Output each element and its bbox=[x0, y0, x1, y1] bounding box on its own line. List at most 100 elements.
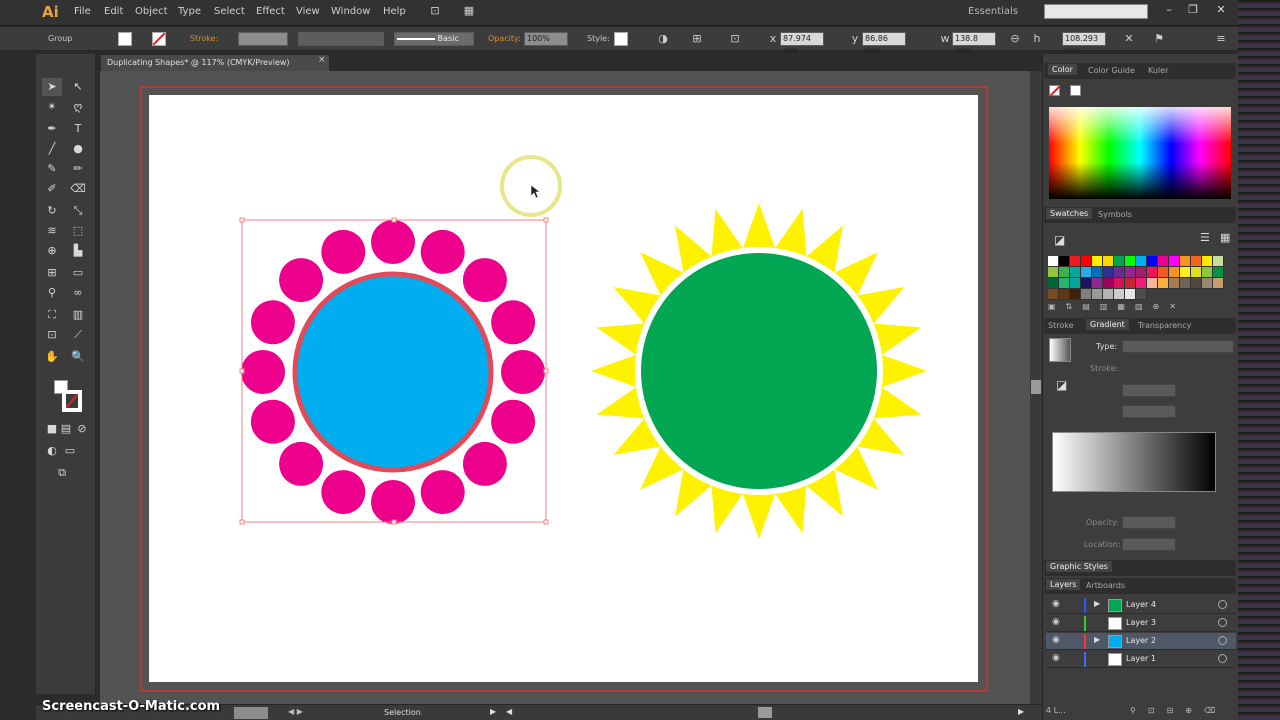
free-transform-tool-icon[interactable]: ⬚ bbox=[68, 222, 88, 240]
live-paint-tool-icon[interactable]: ▙ bbox=[68, 242, 88, 260]
swatch[interactable] bbox=[1147, 256, 1158, 267]
blend-tool-icon[interactable]: ∞ bbox=[68, 284, 88, 302]
menu-window[interactable]: Window bbox=[331, 6, 370, 17]
column-graph-tool-icon[interactable]: ▥ bbox=[68, 306, 88, 324]
swatch[interactable] bbox=[1092, 278, 1103, 289]
tab-color-guide[interactable]: Color Guide bbox=[1088, 66, 1135, 75]
shape-builder-tool-icon[interactable]: ⊕ bbox=[42, 242, 62, 260]
layer-name[interactable]: Layer 1 bbox=[1126, 654, 1156, 663]
swatch[interactable] bbox=[1114, 267, 1125, 278]
more-options-icon[interactable]: ⚑ bbox=[1152, 32, 1166, 46]
swatch[interactable] bbox=[1103, 289, 1114, 300]
swatch[interactable] bbox=[1048, 267, 1059, 278]
lasso-tool-icon[interactable]: ღ bbox=[68, 98, 88, 116]
expand-arrow-icon[interactable]: ▶ bbox=[1094, 599, 1100, 608]
swatch[interactable] bbox=[1059, 289, 1070, 300]
green-center-circle[interactable] bbox=[641, 253, 877, 489]
swatch[interactable] bbox=[1114, 278, 1125, 289]
menu-select[interactable]: Select bbox=[214, 6, 245, 17]
tab-stroke[interactable]: Stroke bbox=[1048, 321, 1074, 330]
eyedropper-tool-icon[interactable]: ⚲ bbox=[42, 284, 62, 302]
swatch[interactable] bbox=[1048, 289, 1059, 300]
tab-artboards[interactable]: Artboards bbox=[1086, 581, 1125, 590]
expand-arrow-icon[interactable]: ▶ bbox=[1094, 635, 1100, 644]
eraser-tool-icon[interactable]: ⌫ bbox=[68, 180, 88, 198]
visibility-eye-icon[interactable]: ◉ bbox=[1052, 653, 1060, 663]
x-field[interactable]: 87.974 mm bbox=[780, 32, 824, 55]
change-screen-mode-icon[interactable]: ⧉ bbox=[52, 464, 72, 482]
swatch[interactable] bbox=[1213, 267, 1224, 278]
gradient-slider-preview[interactable] bbox=[1052, 432, 1216, 492]
petal-circle[interactable] bbox=[420, 229, 465, 274]
scroll-right-icon[interactable]: ▶ bbox=[1018, 707, 1024, 716]
swatch[interactable] bbox=[1059, 256, 1070, 267]
petal-circle[interactable] bbox=[462, 258, 507, 303]
transform-each-icon[interactable]: ✕ bbox=[1122, 32, 1136, 46]
tab-color[interactable]: Color bbox=[1048, 64, 1077, 75]
target-circle-icon[interactable] bbox=[1218, 636, 1227, 645]
brush-dropdown[interactable]: Basic bbox=[394, 32, 474, 46]
swatch-footer-icons[interactable]: ▣⇅▤▥▦▧⊕✕ bbox=[1048, 302, 1234, 314]
petal-circle[interactable] bbox=[279, 258, 324, 303]
visibility-eye-icon[interactable]: ◉ bbox=[1052, 635, 1060, 645]
swatch[interactable] bbox=[1081, 267, 1092, 278]
fill-stroke-indicator-icon[interactable]: ◪ bbox=[1054, 233, 1065, 247]
artwork[interactable] bbox=[149, 95, 978, 682]
pencil-tool-icon[interactable]: ✏ bbox=[68, 160, 88, 178]
gradient-tool-icon[interactable]: ▭ bbox=[68, 264, 88, 282]
pen-tool-icon[interactable]: ✒ bbox=[42, 120, 62, 138]
menu-help[interactable]: Help bbox=[383, 6, 406, 17]
close-document-icon[interactable]: × bbox=[318, 55, 326, 65]
layer-row[interactable]: ◉ ▶ Layer 2 bbox=[1046, 633, 1236, 650]
gradient-type-dropdown[interactable] bbox=[1122, 340, 1234, 353]
petal-circle[interactable] bbox=[371, 220, 415, 264]
swatch[interactable] bbox=[1070, 289, 1081, 300]
swatch[interactable] bbox=[1147, 278, 1158, 289]
petal-circle[interactable] bbox=[491, 399, 536, 444]
selection-handle[interactable] bbox=[543, 217, 549, 223]
swatch[interactable] bbox=[1070, 256, 1081, 267]
layer-name[interactable]: Layer 4 bbox=[1126, 600, 1156, 609]
selection-tool-icon[interactable]: ➤ bbox=[42, 78, 62, 96]
vertical-scroll-thumb[interactable] bbox=[1031, 380, 1041, 394]
menu-view[interactable]: View bbox=[296, 6, 320, 17]
restore-icon[interactable]: ❐ bbox=[1186, 3, 1200, 17]
graphic-style-swatch[interactable] bbox=[614, 32, 628, 46]
swatch[interactable] bbox=[1125, 256, 1136, 267]
swatch[interactable] bbox=[1070, 278, 1081, 289]
swatch[interactable] bbox=[1136, 289, 1147, 300]
menu-type[interactable]: Type bbox=[178, 6, 201, 17]
stroke-swatch[interactable] bbox=[152, 32, 166, 46]
width-field[interactable]: 138.8 mm bbox=[952, 32, 996, 55]
hand-tool-icon[interactable]: ✋ bbox=[42, 348, 62, 366]
swatch[interactable] bbox=[1114, 256, 1125, 267]
layer-row[interactable]: ◉ Layer 3 bbox=[1046, 615, 1236, 632]
close-icon[interactable]: ✕ bbox=[1214, 3, 1228, 17]
color-none-swatch[interactable] bbox=[1049, 85, 1061, 97]
list-view-icon[interactable]: ☰ bbox=[1200, 231, 1210, 244]
swatch[interactable] bbox=[1136, 267, 1147, 278]
tab-transparency[interactable]: Transparency bbox=[1138, 321, 1191, 330]
none-mode-icon[interactable]: ⊘ bbox=[72, 420, 92, 438]
menu-effect[interactable]: Effect bbox=[256, 6, 285, 17]
bridge-icon[interactable]: ⊡ bbox=[428, 4, 442, 18]
swatch[interactable] bbox=[1213, 256, 1224, 267]
type-tool-icon[interactable]: T bbox=[68, 120, 88, 138]
tab-gradient[interactable]: Gradient bbox=[1086, 319, 1129, 330]
petal-circle[interactable] bbox=[321, 470, 366, 515]
swatch[interactable] bbox=[1125, 289, 1136, 300]
petal-circle[interactable] bbox=[241, 350, 285, 394]
tab-kuler[interactable]: Kuler bbox=[1148, 66, 1168, 75]
status-menu-arrow-icon[interactable]: ▶ bbox=[490, 707, 496, 716]
selection-handle[interactable] bbox=[239, 368, 245, 374]
stroke-label[interactable]: Stroke: bbox=[190, 34, 218, 43]
ellipse-tool-icon[interactable]: ● bbox=[68, 140, 88, 158]
petal-circle[interactable] bbox=[250, 300, 295, 345]
menu-file[interactable]: File bbox=[74, 6, 91, 17]
gradient-angle-field[interactable] bbox=[1122, 384, 1176, 397]
paintbrush-tool-icon[interactable]: ✎ bbox=[42, 160, 62, 178]
petal-circle[interactable] bbox=[420, 470, 465, 515]
tab-swatches[interactable]: Swatches bbox=[1046, 208, 1093, 219]
swatch[interactable] bbox=[1213, 278, 1224, 289]
variable-width-dropdown[interactable] bbox=[298, 32, 384, 46]
